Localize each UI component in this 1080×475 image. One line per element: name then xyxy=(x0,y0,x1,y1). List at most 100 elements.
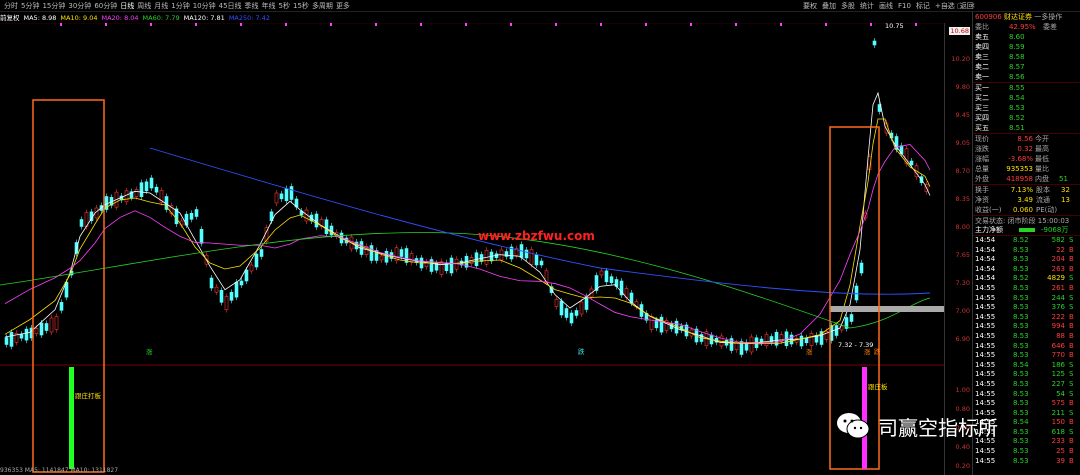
top-marker xyxy=(195,23,197,26)
candle-body xyxy=(809,333,814,346)
candle-body xyxy=(19,333,24,339)
tab-7[interactable]: 月线 xyxy=(154,1,168,11)
top-marker xyxy=(465,23,467,26)
top-marker xyxy=(240,23,242,26)
tick-row: 14:55 8.54 186 S xyxy=(975,360,1074,369)
quote-row: 外盘 418958 内盘 51 xyxy=(975,175,1068,183)
price-tick: 9.45 xyxy=(955,111,970,119)
tab-14[interactable]: 15秒 xyxy=(293,1,309,11)
window-control-0[interactable]: — xyxy=(944,1,951,11)
kline-chart[interactable]: 10.757.32 - 7.39跟庄打板跟庄板涨跌涨涨跌 xyxy=(0,23,944,475)
window-control-2[interactable]: ✕ xyxy=(970,1,976,11)
candle-body xyxy=(804,337,809,344)
quote-row: 涨幅 -3.68% 最低 xyxy=(975,155,1049,163)
tab-13[interactable]: 5秒 xyxy=(279,1,290,11)
top-marker xyxy=(915,23,917,26)
ask-row[interactable]: 卖二 8.57 xyxy=(973,62,1080,72)
tick-row: 14:55 8.53 646 B xyxy=(975,341,1074,350)
window-controls: — □ ✕ xyxy=(944,1,976,11)
tab-5[interactable]: 日线 xyxy=(120,1,134,11)
top-marker xyxy=(60,23,62,26)
ma-legend-item: MA120: 7.81 xyxy=(183,14,225,22)
tick-row: 14:55 8.53 244 S xyxy=(975,293,1074,302)
candle-body xyxy=(659,316,664,333)
ask-row[interactable]: 卖一 8.56 xyxy=(973,72,1080,82)
main-flow-bar xyxy=(1019,228,1035,232)
bid-row[interactable]: 买三 8.53 xyxy=(973,103,1080,113)
ask-row[interactable]: 卖五 8.60 xyxy=(973,32,1080,42)
candle-body xyxy=(449,257,454,274)
price-tick: 8.35 xyxy=(955,195,970,203)
candle-body xyxy=(764,334,769,347)
tab-3[interactable]: 30分钟 xyxy=(68,1,91,11)
top-marker xyxy=(105,23,107,26)
bid-row[interactable]: 买二 8.54 xyxy=(973,93,1080,103)
main-flow: 主力净额 -9068万 xyxy=(975,226,1069,234)
candle-body xyxy=(239,280,244,286)
price-tick: 7.30 xyxy=(955,279,970,287)
ma-legend-item: MA60: 7.79 xyxy=(142,14,180,22)
toolbar-button-3[interactable]: 统计 xyxy=(860,1,874,11)
indicator-tick: 0.20 xyxy=(955,462,970,470)
bottom-status: 936353 MA5: 1141847 MA10: 1311827 xyxy=(0,467,119,474)
candle-body xyxy=(229,292,234,301)
tick-row: 14:55 8.53 994 B xyxy=(975,322,1074,331)
bid-row[interactable]: 买五 8.51 xyxy=(973,123,1080,133)
tab-10[interactable]: 45日线 xyxy=(219,1,242,11)
candle-body xyxy=(139,182,144,197)
tab-9[interactable]: 10分钟 xyxy=(193,1,216,11)
toolbar-button-1[interactable]: 叠加 xyxy=(822,1,836,11)
candle-body xyxy=(219,290,224,303)
tab-8[interactable]: 1分钟 xyxy=(171,1,189,11)
tab-2[interactable]: 15分钟 xyxy=(42,1,65,11)
tab-16[interactable]: 更多 xyxy=(336,1,350,11)
tick-row: 14:55 8.53 125 S xyxy=(975,370,1074,379)
toolbar-button-2[interactable]: 多股 xyxy=(841,1,855,11)
tab-12[interactable]: 年线 xyxy=(262,1,276,11)
candle-body xyxy=(734,342,739,351)
candle-body xyxy=(579,301,584,315)
price-tick: 8.00 xyxy=(955,223,970,231)
ma60-line xyxy=(0,232,931,329)
toolbar-button-5[interactable]: F10 xyxy=(898,1,911,11)
ask-row[interactable]: 卖三 8.58 xyxy=(973,52,1080,62)
top-marker xyxy=(555,23,557,26)
candle-body xyxy=(849,314,854,322)
candle-body xyxy=(584,296,589,310)
ask-row[interactable]: 卖四 8.59 xyxy=(973,42,1080,52)
candle-body xyxy=(254,253,259,268)
candle-body xyxy=(909,160,914,166)
price-band xyxy=(830,306,944,312)
candle-body xyxy=(504,251,509,257)
tab-1[interactable]: 5分钟 xyxy=(21,1,39,11)
tab-6[interactable]: 周线 xyxy=(137,1,151,11)
highlight-box-left xyxy=(32,99,105,473)
bid-row[interactable]: 买四 8.52 xyxy=(973,113,1080,123)
indicator-tick: 0.40 xyxy=(955,443,970,451)
price-tick: 9.80 xyxy=(955,83,970,91)
candle-body xyxy=(404,248,409,263)
tab-4[interactable]: 60分钟 xyxy=(94,1,117,11)
candle-body xyxy=(859,262,864,274)
tab-11[interactable]: 季线 xyxy=(245,1,259,11)
tick-row: 14:55 8.53 770 B xyxy=(975,351,1074,360)
stock-menu[interactable]: 一多操作 xyxy=(1034,12,1062,22)
price-tick: 8.70 xyxy=(955,167,970,175)
tick-row: 14:55 8.53 222 B xyxy=(975,312,1074,321)
tick-row: 14:54 8.52 582 S xyxy=(975,236,1074,244)
candle-body xyxy=(54,316,59,330)
toolbar-button-6[interactable]: 标记 xyxy=(916,1,930,11)
tick-row: 14:54 8.53 263 B xyxy=(975,264,1074,273)
window-control-1[interactable]: □ xyxy=(957,1,964,11)
toolbar-button-4[interactable]: 画线 xyxy=(879,1,893,11)
ma-legend-item: MA5: 8.98 xyxy=(23,14,57,22)
top-marker xyxy=(870,23,872,26)
toolbar-button-0[interactable]: 要权 xyxy=(803,1,817,11)
candle-body xyxy=(44,323,49,331)
tab-0[interactable]: 分时 xyxy=(4,1,18,11)
bid-row[interactable]: 买一 8.55 xyxy=(973,83,1080,93)
top-marker xyxy=(420,23,422,26)
tab-15[interactable]: 多周期 xyxy=(312,1,333,11)
stock-header[interactable]: 600906 财达证券 一多操作 xyxy=(973,12,1080,22)
top-marker xyxy=(645,23,647,26)
